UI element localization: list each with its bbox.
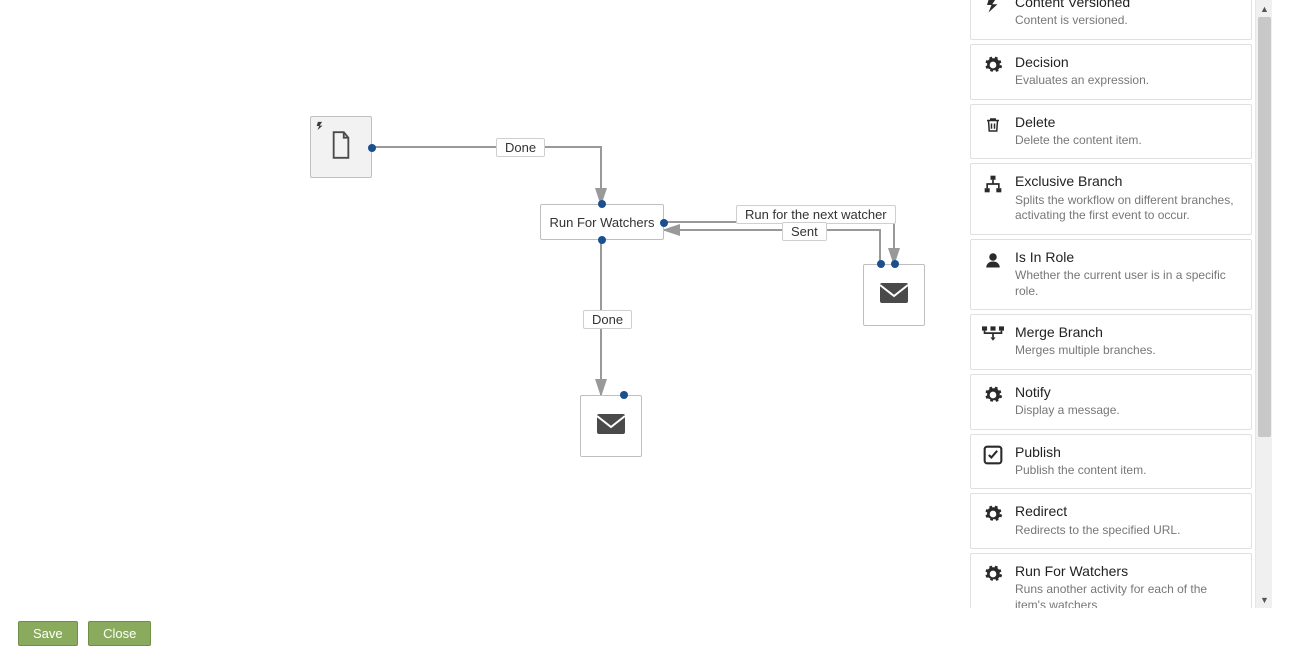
activity-title: Redirect xyxy=(1015,502,1241,520)
activity-item[interactable]: Run For Watchers Runs another activity fo… xyxy=(970,553,1252,608)
connection-port[interactable] xyxy=(598,236,606,244)
connection-port[interactable] xyxy=(660,219,668,227)
activities-sidebar: Content Versioned Content is versioned. De… xyxy=(970,0,1272,608)
edge-label-done[interactable]: Done xyxy=(583,310,632,329)
workflow-node-mail[interactable] xyxy=(863,264,925,326)
save-button[interactable]: Save xyxy=(18,621,78,646)
activity-item[interactable]: Redirect Redirects to the specified URL. xyxy=(970,493,1252,549)
connection-port[interactable] xyxy=(368,144,376,152)
activity-title: Exclusive Branch xyxy=(1015,172,1241,190)
gear-icon xyxy=(981,385,1005,405)
close-button[interactable]: Close xyxy=(88,621,151,646)
mail-icon xyxy=(879,282,909,309)
connection-port[interactable] xyxy=(620,391,628,399)
merge-icon xyxy=(981,325,1005,343)
gear-icon xyxy=(981,55,1005,75)
activity-desc: Whether the current user is in a specifi… xyxy=(1015,268,1241,299)
activity-item[interactable]: Exclusive Branch Splits the workflow on d… xyxy=(970,163,1252,234)
mail-icon xyxy=(596,413,626,440)
node-label: Run For Watchers xyxy=(550,215,655,230)
edge-label-sent[interactable]: Sent xyxy=(782,222,827,241)
sidebar-scrollbar[interactable]: ▲ ▼ xyxy=(1255,0,1272,608)
sitemap-icon xyxy=(981,174,1005,194)
activity-desc: Splits the workflow on different branche… xyxy=(1015,193,1241,224)
activity-title: Decision xyxy=(1015,53,1241,71)
bolt-icon xyxy=(981,0,1005,15)
activity-item[interactable]: Merge Branch Merges multiple branches. xyxy=(970,314,1252,370)
user-icon xyxy=(981,250,1005,270)
footer-buttons: Save Close xyxy=(18,621,157,646)
activity-desc: Content is versioned. xyxy=(1015,13,1241,29)
activity-title: Merge Branch xyxy=(1015,323,1241,341)
connection-port[interactable] xyxy=(891,260,899,268)
activity-item[interactable]: Notify Display a message. xyxy=(970,374,1252,430)
scroll-up[interactable]: ▲ xyxy=(1256,0,1272,17)
workflow-node-mail[interactable] xyxy=(580,395,642,457)
activity-desc: Merges multiple branches. xyxy=(1015,343,1241,359)
activity-desc: Delete the content item. xyxy=(1015,133,1241,149)
trash-icon xyxy=(981,115,1005,135)
bolt-icon xyxy=(315,119,325,136)
gear-icon xyxy=(981,564,1005,584)
activity-desc: Display a message. xyxy=(1015,403,1241,419)
activity-title: Delete xyxy=(1015,113,1241,131)
activity-title: Content Versioned xyxy=(1015,0,1241,11)
edge-label-done[interactable]: Done xyxy=(496,138,545,157)
activity-item[interactable]: Decision Evaluates an expression. xyxy=(970,44,1252,100)
activity-item[interactable]: Content Versioned Content is versioned. xyxy=(970,0,1252,40)
workflow-node-start[interactable] xyxy=(310,116,372,178)
scroll-down[interactable]: ▼ xyxy=(1256,591,1272,608)
gear-icon xyxy=(981,504,1005,524)
activity-desc: Evaluates an expression. xyxy=(1015,73,1241,89)
activity-desc: Publish the content item. xyxy=(1015,463,1241,479)
activity-desc: Redirects to the specified URL. xyxy=(1015,523,1241,539)
workflow-edges xyxy=(0,0,970,610)
activity-item[interactable]: Delete Delete the content item. xyxy=(970,104,1252,160)
activity-item[interactable]: Publish Publish the content item. xyxy=(970,434,1252,490)
scroll-thumb[interactable] xyxy=(1258,17,1271,437)
activity-title: Is In Role xyxy=(1015,248,1241,266)
check-icon xyxy=(981,445,1005,465)
activity-title: Publish xyxy=(1015,443,1241,461)
activity-title: Notify xyxy=(1015,383,1241,401)
activity-item[interactable]: Is In Role Whether the current user is in… xyxy=(970,239,1252,310)
workflow-node-run-for-watchers[interactable]: Run For Watchers xyxy=(540,204,664,240)
file-icon xyxy=(330,131,352,164)
activity-desc: Runs another activity for each of the it… xyxy=(1015,582,1241,608)
connection-port[interactable] xyxy=(877,260,885,268)
connection-port[interactable] xyxy=(598,200,606,208)
workflow-canvas[interactable]: Done Done Run for the next watcher Sent … xyxy=(0,0,970,610)
activity-title: Run For Watchers xyxy=(1015,562,1241,580)
